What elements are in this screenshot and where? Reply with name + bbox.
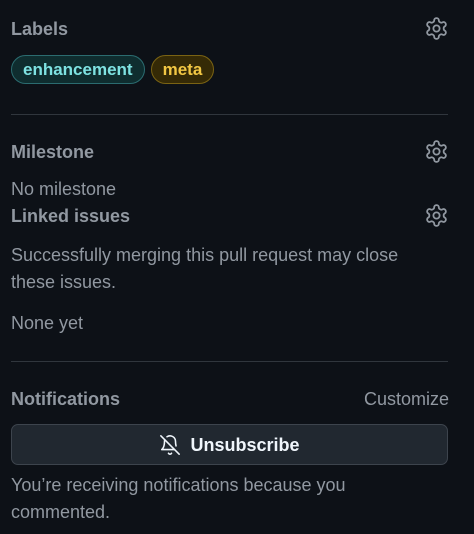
labels-gear-icon[interactable] (424, 16, 449, 41)
customize-link[interactable]: Customize (364, 388, 449, 410)
notification-status-text: You’re receiving notifications because y… (11, 475, 346, 522)
linked-issues-heading: Linked issues (11, 206, 131, 226)
bell-slash-icon (159, 434, 181, 456)
milestone-gear-icon[interactable] (424, 139, 449, 164)
linked-issues-value: None yet (11, 313, 84, 333)
linked-issues-description: Successfully merging this pull request m… (11, 245, 399, 292)
milestone-heading: Milestone (11, 142, 95, 162)
unsubscribe-label: Unsubscribe (190, 434, 300, 455)
milestone-value: No milestone (11, 179, 117, 199)
divider (11, 361, 448, 362)
label-enhancement[interactable]: enhancement (11, 55, 145, 84)
unsubscribe-button[interactable]: Unsubscribe (11, 424, 448, 465)
pull-request-sidebar: Labels enhancement meta Milestone No mil… (0, 0, 474, 534)
linked-issues-gear-icon[interactable] (424, 203, 449, 228)
notifications-heading: Notifications (11, 389, 121, 409)
label-meta[interactable]: meta (150, 55, 215, 84)
labels-heading: Labels (11, 19, 69, 39)
divider (11, 114, 448, 115)
labels-list: enhancement meta (11, 55, 215, 84)
